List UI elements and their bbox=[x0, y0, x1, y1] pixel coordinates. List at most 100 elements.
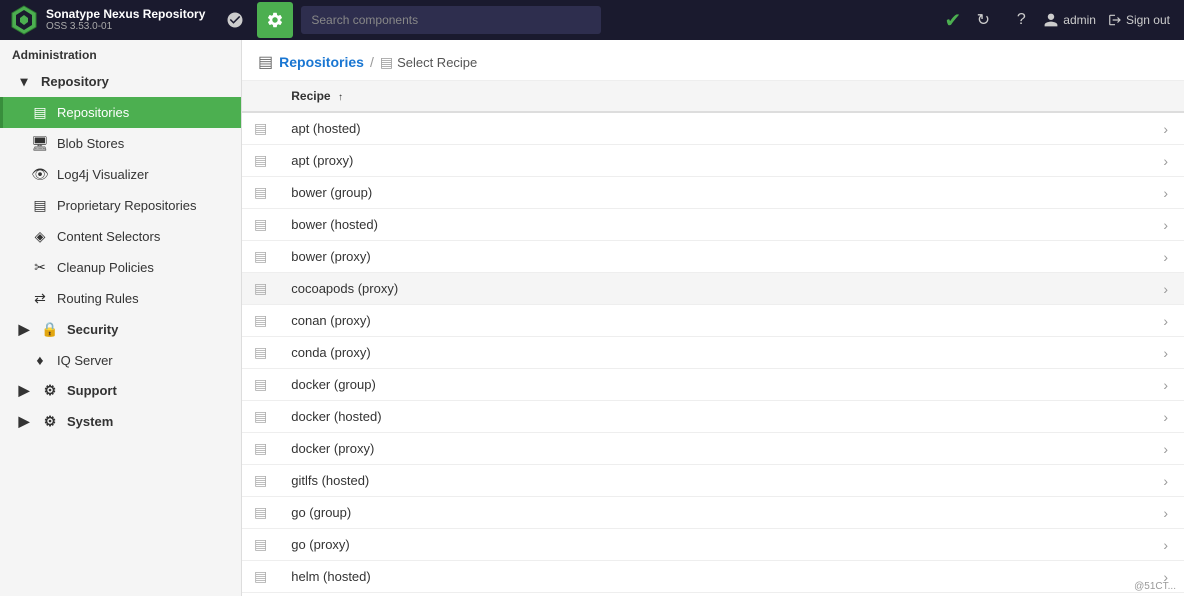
row-chevron[interactable]: › bbox=[1144, 112, 1184, 145]
row-recipe-name: go (proxy) bbox=[279, 529, 1144, 561]
row-recipe-name: bower (hosted) bbox=[279, 209, 1144, 241]
row-recipe-name: conda (proxy) bbox=[279, 337, 1144, 369]
sidebar-item-proprietary[interactable]: ▤ Proprietary Repositories bbox=[0, 190, 241, 221]
sidebar-item-support[interactable]: ▶ ⚙ Support bbox=[0, 375, 241, 406]
sidebar-item-label: Proprietary Repositories bbox=[57, 198, 196, 213]
row-icon: ▤ bbox=[242, 433, 279, 465]
sidebar-item-repositories[interactable]: ▤ Repositories bbox=[0, 97, 241, 128]
cleanup-icon: ✂ bbox=[31, 259, 49, 276]
table-row[interactable]: ▤docker (proxy)› bbox=[242, 433, 1184, 465]
user-menu[interactable]: admin bbox=[1043, 12, 1096, 28]
table-row[interactable]: ▤helm (proxy)› bbox=[242, 593, 1184, 596]
blob-stores-icon: 🖥 bbox=[31, 135, 49, 152]
row-icon: ▤ bbox=[242, 401, 279, 433]
table-row[interactable]: ▤bower (proxy)› bbox=[242, 241, 1184, 273]
table-row[interactable]: ▤gitlfs (hosted)› bbox=[242, 465, 1184, 497]
topbar: Sonatype Nexus Repository OSS 3.53.0-01 … bbox=[0, 0, 1184, 40]
table-row[interactable]: ▤docker (hosted)› bbox=[242, 401, 1184, 433]
sort-asc-icon: ↑ bbox=[338, 92, 343, 103]
sidebar-item-label: Support bbox=[67, 383, 117, 398]
help-button[interactable]: ? bbox=[1005, 4, 1037, 36]
breadcrumb: ▤ Repositories / ▤ Select Recipe bbox=[242, 40, 1184, 81]
sidebar-item-security[interactable]: ▶ 🔒 Security bbox=[0, 314, 241, 345]
row-icon: ▤ bbox=[242, 273, 279, 305]
sidebar-item-system[interactable]: ▶ ⚙ System bbox=[0, 406, 241, 437]
row-recipe-name: apt (hosted) bbox=[279, 112, 1144, 145]
sidebar-item-iq-server[interactable]: ♦ IQ Server bbox=[0, 345, 241, 375]
row-chevron[interactable]: › bbox=[1144, 273, 1184, 305]
sidebar-item-log4j[interactable]: 👁 Log4j Visualizer bbox=[0, 159, 241, 190]
row-chevron[interactable]: › bbox=[1144, 177, 1184, 209]
browse-button[interactable] bbox=[217, 2, 253, 38]
refresh-button[interactable]: ↻ bbox=[967, 4, 999, 36]
sidebar-item-content-selectors[interactable]: ◈ Content Selectors bbox=[0, 221, 241, 252]
table-row[interactable]: ▤conan (proxy)› bbox=[242, 305, 1184, 337]
sidebar-section-admin: Administration bbox=[0, 40, 241, 66]
signout-label: Sign out bbox=[1126, 13, 1170, 27]
app-title: Sonatype Nexus Repository bbox=[46, 7, 205, 21]
row-chevron[interactable]: › bbox=[1144, 433, 1184, 465]
sidebar-item-label: Content Selectors bbox=[57, 229, 160, 244]
topbar-right: ✔ ↻ ? admin Sign out bbox=[945, 4, 1177, 36]
row-icon: ▤ bbox=[242, 465, 279, 497]
table-row[interactable]: ▤bower (hosted)› bbox=[242, 209, 1184, 241]
main-layout: Administration ▾ Repository ▤ Repositori… bbox=[0, 40, 1184, 596]
row-chevron[interactable]: › bbox=[1144, 241, 1184, 273]
row-chevron[interactable]: › bbox=[1144, 401, 1184, 433]
breadcrumb-icon: ▤ bbox=[258, 52, 273, 72]
table-row[interactable]: ▤apt (hosted)› bbox=[242, 112, 1184, 145]
system-icon: ⚙ bbox=[41, 413, 59, 430]
row-chevron[interactable]: › bbox=[1144, 465, 1184, 497]
table-row[interactable]: ▤go (group)› bbox=[242, 497, 1184, 529]
row-chevron[interactable]: › bbox=[1144, 305, 1184, 337]
search-input[interactable] bbox=[301, 6, 601, 34]
signout-icon bbox=[1108, 13, 1122, 27]
row-chevron[interactable]: › bbox=[1144, 529, 1184, 561]
chevron-right-icon: ▶ bbox=[15, 321, 33, 338]
security-icon: 🔒 bbox=[41, 321, 59, 338]
table-row[interactable]: ▤conda (proxy)› bbox=[242, 337, 1184, 369]
row-chevron[interactable]: › bbox=[1144, 497, 1184, 529]
browse-icon bbox=[226, 11, 244, 29]
row-chevron[interactable]: › bbox=[1144, 337, 1184, 369]
th-recipe[interactable]: Recipe ↑ bbox=[279, 81, 1144, 112]
row-icon: ▤ bbox=[242, 241, 279, 273]
row-recipe-name: helm (proxy) bbox=[279, 593, 1144, 596]
table-row[interactable]: ▤go (proxy)› bbox=[242, 529, 1184, 561]
row-chevron[interactable]: › bbox=[1144, 145, 1184, 177]
admin-button[interactable] bbox=[257, 2, 293, 38]
user-icon bbox=[1043, 12, 1059, 28]
row-recipe-name: bower (group) bbox=[279, 177, 1144, 209]
table-row[interactable]: ▤docker (group)› bbox=[242, 369, 1184, 401]
table-row[interactable]: ▤apt (proxy)› bbox=[242, 145, 1184, 177]
content-area: ▤ Repositories / ▤ Select Recipe Recipe … bbox=[242, 40, 1184, 596]
table-row[interactable]: ▤helm (hosted)› bbox=[242, 561, 1184, 593]
chevron-down-icon: ▾ bbox=[15, 73, 33, 90]
sidebar-item-label: Log4j Visualizer bbox=[57, 167, 149, 182]
breadcrumb-current: ▤ Select Recipe bbox=[380, 54, 477, 71]
breadcrumb-parent[interactable]: Repositories bbox=[279, 54, 364, 70]
row-icon: ▤ bbox=[242, 305, 279, 337]
row-icon: ▤ bbox=[242, 177, 279, 209]
signout-button[interactable]: Sign out bbox=[1102, 9, 1176, 31]
recipe-table-container[interactable]: Recipe ↑ ▤apt (hosted)›▤apt (proxy)›▤bow… bbox=[242, 81, 1184, 596]
row-chevron[interactable]: › bbox=[1144, 209, 1184, 241]
row-recipe-name: conan (proxy) bbox=[279, 305, 1144, 337]
row-chevron[interactable]: › bbox=[1144, 369, 1184, 401]
row-recipe-name: cocoapods (proxy) bbox=[279, 273, 1144, 305]
row-icon: ▤ bbox=[242, 369, 279, 401]
row-chevron[interactable]: › bbox=[1144, 593, 1184, 596]
app-version: OSS 3.53.0-01 bbox=[46, 21, 205, 33]
sidebar-item-blob-stores[interactable]: 🖥 Blob Stores bbox=[0, 128, 241, 159]
username: admin bbox=[1063, 13, 1096, 27]
repositories-icon: ▤ bbox=[31, 104, 49, 121]
table-row[interactable]: ▤cocoapods (proxy)› bbox=[242, 273, 1184, 305]
row-recipe-name: docker (proxy) bbox=[279, 433, 1144, 465]
row-recipe-name: apt (proxy) bbox=[279, 145, 1144, 177]
watermark: @51CT... bbox=[1134, 581, 1176, 592]
sidebar-item-cleanup-policies[interactable]: ✂ Cleanup Policies bbox=[0, 252, 241, 283]
sidebar-item-repository[interactable]: ▾ Repository bbox=[0, 66, 241, 97]
table-row[interactable]: ▤bower (group)› bbox=[242, 177, 1184, 209]
sidebar-item-routing-rules[interactable]: ⇄ Routing Rules bbox=[0, 283, 241, 314]
sidebar-item-label: Blob Stores bbox=[57, 136, 124, 151]
